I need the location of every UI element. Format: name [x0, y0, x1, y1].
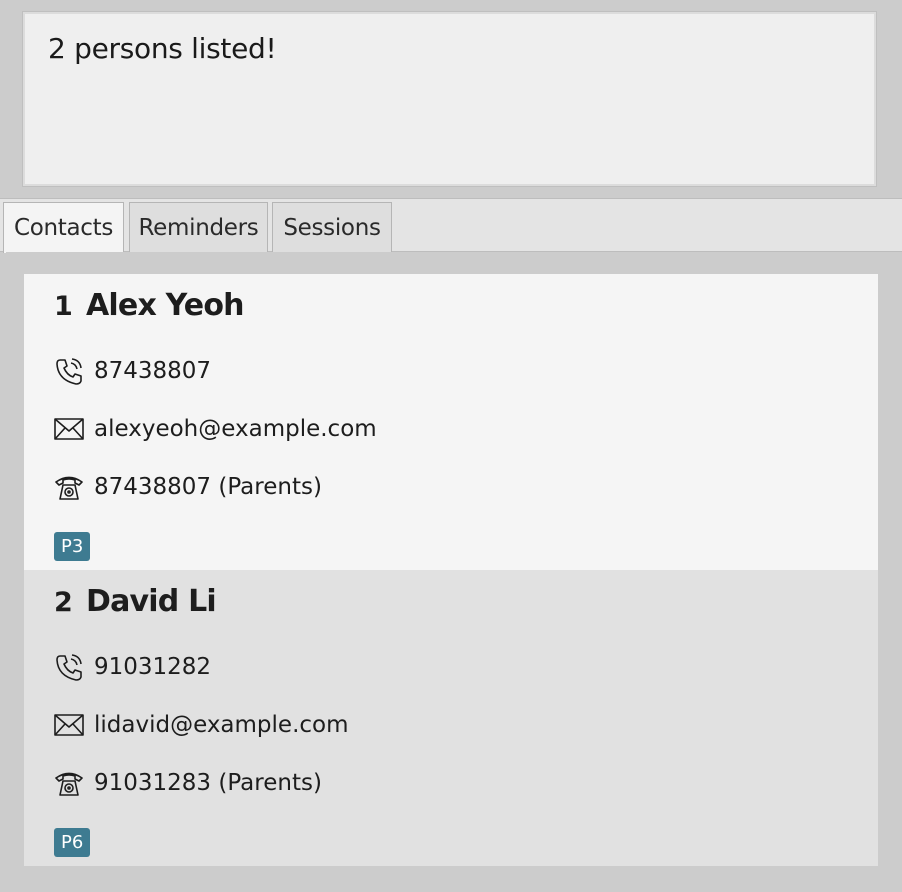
person-heading: 1 Alex Yeoh — [54, 288, 245, 323]
person-card[interactable]: 1 Alex Yeoh 87438807 alexyeoh@example.co… — [24, 274, 878, 570]
phone-field: 87438807 — [53, 356, 211, 386]
person-heading: 2 David Li — [54, 584, 217, 619]
telephone-icon — [53, 768, 85, 798]
envelope-icon — [53, 414, 85, 444]
tag-badge: P6 — [54, 828, 91, 857]
tab-bar: Contacts Reminders Sessions — [0, 198, 902, 253]
person-index: 1 — [54, 291, 73, 322]
mobile-phone-icon — [53, 652, 85, 682]
tab-sessions[interactable]: Sessions — [272, 202, 392, 252]
parent-phone-value: 87438807 (Parents) — [94, 474, 322, 500]
parent-phone-field: 87438807 (Parents) — [53, 472, 322, 502]
contacts-tab-content: 1 Alex Yeoh 87438807 alexyeoh@example.co… — [6, 252, 896, 892]
person-card[interactable]: 2 David Li 91031282 lidavid@example.com … — [24, 570, 878, 866]
phone-value: 91031282 — [94, 654, 212, 680]
parent-phone-field: 91031283 (Parents) — [53, 768, 322, 798]
email-value: alexyeoh@example.com — [94, 416, 377, 442]
parent-phone-value: 91031283 (Parents) — [94, 770, 322, 796]
email-value: lidavid@example.com — [94, 712, 349, 738]
mobile-phone-icon — [53, 356, 85, 386]
email-field: lidavid@example.com — [53, 710, 349, 740]
tab-contacts[interactable]: Contacts — [3, 202, 124, 253]
person-name: David Li — [86, 584, 217, 619]
person-name: Alex Yeoh — [86, 288, 245, 323]
phone-value: 87438807 — [94, 358, 212, 384]
person-list[interactable]: 1 Alex Yeoh 87438807 alexyeoh@example.co… — [24, 274, 878, 866]
result-display: 2 persons listed! — [22, 11, 877, 187]
result-message: 2 persons listed! — [48, 32, 277, 65]
tag-badge: P3 — [54, 532, 91, 561]
tab-reminders[interactable]: Reminders — [129, 202, 268, 252]
phone-field: 91031282 — [53, 652, 211, 682]
person-index: 2 — [54, 587, 73, 618]
telephone-icon — [53, 472, 85, 502]
envelope-icon — [53, 710, 85, 740]
email-field: alexyeoh@example.com — [53, 414, 377, 444]
